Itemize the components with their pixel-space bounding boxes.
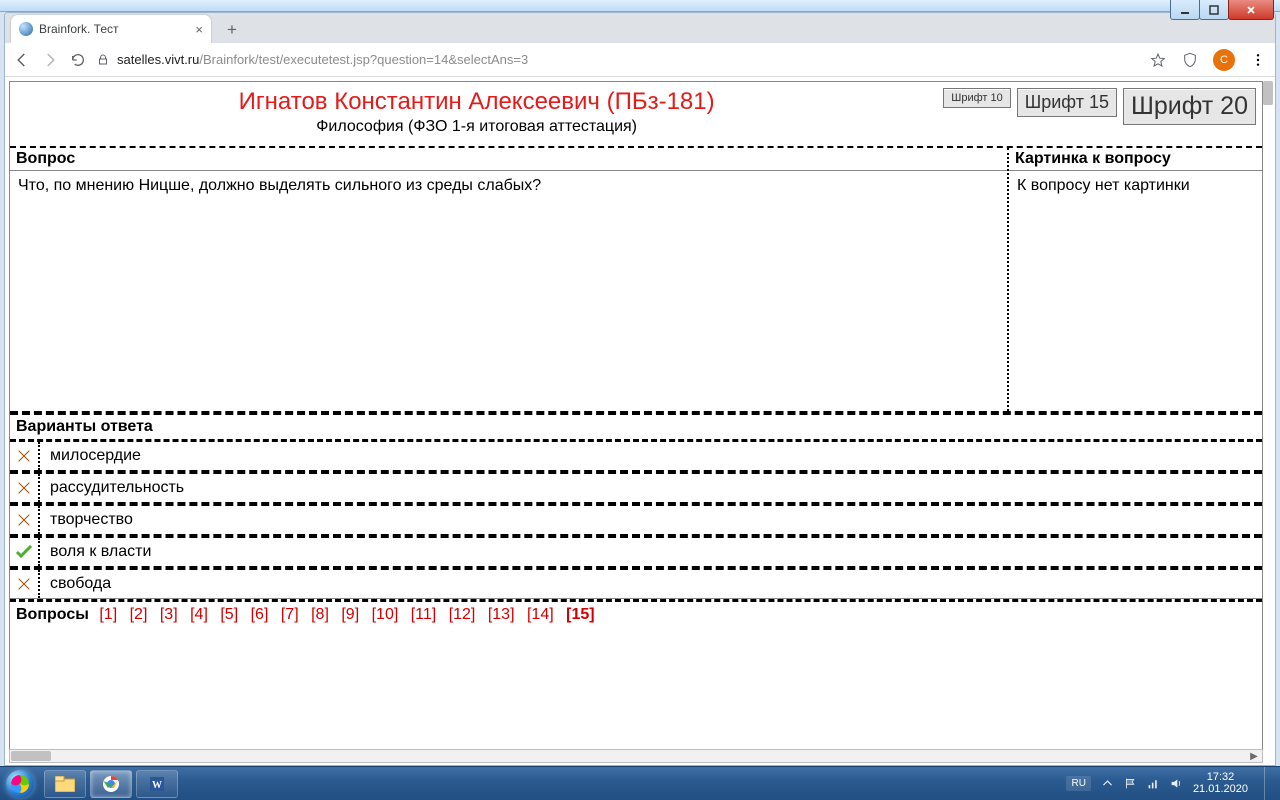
qnav-link[interactable]: [11] [411,606,437,623]
new-tab-button[interactable]: + [219,17,245,43]
answers-section: Варианты ответа милосердие рассудительнос… [10,411,1262,599]
nav-reload-button[interactable] [69,51,87,69]
font-15-button[interactable]: Шрифт 15 [1017,88,1117,117]
clock-date: 21.01.2020 [1193,784,1248,796]
window-minimize-button[interactable] [1170,0,1200,20]
browser-window: Brainfork. Тест × + satelles.vivt.ru/Bra… [4,12,1276,766]
student-name: Игнатов Константин Алексеевич (ПБз-181) [10,88,943,116]
answer-row[interactable]: милосердие [10,442,1262,474]
scrollbar-right-arrow[interactable]: ▶ [1247,751,1261,761]
nav-back-button[interactable] [13,51,31,69]
flag-icon[interactable] [1124,777,1137,790]
test-header: Игнатов Константин Алексеевич (ПБз-181) … [10,82,1262,148]
answers-label: Варианты ответа [10,415,1262,442]
check-icon [10,538,40,566]
system-tray: RU 17:32 21.01.2020 [1066,767,1280,800]
answer-text: творчество [40,506,143,534]
tab-close-icon[interactable]: × [195,22,203,37]
lock-icon [97,54,109,66]
tray-up-icon[interactable] [1101,777,1114,790]
kebab-menu-icon[interactable] [1249,51,1267,69]
shield-icon[interactable] [1181,51,1199,69]
show-desktop-button[interactable] [1264,767,1274,800]
qnav-link[interactable]: [8] [311,606,329,623]
x-icon [10,442,40,470]
taskbar-word[interactable]: W [136,770,178,798]
qnav-link[interactable]: [9] [341,606,359,623]
window-maximize-button[interactable] [1199,0,1229,20]
window-titlebar [0,0,1280,12]
page-viewport: Игнатов Константин Алексеевич (ПБз-181) … [5,77,1275,765]
answer-row[interactable]: рассудительность [10,474,1262,506]
answer-row[interactable]: свобода [10,570,1262,599]
test-frame: Игнатов Константин Алексеевич (ПБз-181) … [9,81,1263,761]
font-20-button[interactable]: Шрифт 20 [1123,88,1256,125]
toolbar: satelles.vivt.ru/Brainfork/test/executet… [5,43,1275,77]
answer-text: милосердие [40,442,151,470]
font-10-button[interactable]: Шрифт 10 [943,88,1010,108]
window-close-button[interactable] [1228,0,1274,20]
tray-clock[interactable]: 17:32 21.01.2020 [1193,772,1248,795]
address-bar[interactable]: satelles.vivt.ru/Brainfork/test/executet… [97,52,1131,67]
answer-row[interactable]: творчество [10,506,1262,538]
course-name: Философия (ФЗО 1-я итоговая аттестация) [10,118,943,136]
vertical-scrollbar[interactable] [1263,81,1273,105]
taskbar: W RU 17:32 21.01.2020 [0,766,1280,800]
qnav-link[interactable]: [13] [488,606,515,623]
tab-title: Brainfork. Тест [39,22,189,36]
x-icon [10,474,40,502]
qnav-label: Вопросы [16,606,89,623]
x-icon [10,570,40,598]
answer-row[interactable]: воля к власти [10,538,1262,570]
taskbar-chrome[interactable] [90,770,132,798]
windows-orb-icon [6,770,34,798]
x-icon [10,506,40,534]
url-path: /Brainfork/test/executetest.jsp?question… [199,52,528,67]
qnav-link[interactable]: [6] [251,606,269,623]
bookmark-star-icon[interactable] [1149,51,1167,69]
horizontal-scrollbar[interactable]: ▶ [9,749,1263,763]
qnav-link[interactable]: [5] [220,606,238,623]
language-indicator[interactable]: RU [1066,776,1090,791]
start-button[interactable] [0,767,40,800]
profile-avatar[interactable]: С [1213,49,1235,71]
picture-label: Картинка к вопросу [1009,148,1262,171]
qnav-link[interactable]: [10] [372,606,399,623]
qnav-link[interactable]: [7] [281,606,299,623]
font-size-controls: Шрифт 10 Шрифт 15 Шрифт 20 [943,82,1262,146]
browser-tab[interactable]: Brainfork. Тест × [11,15,211,43]
volume-icon[interactable] [1170,777,1183,790]
network-icon[interactable] [1147,777,1160,790]
url-host: satelles.vivt.ru [117,52,199,67]
question-label: Вопрос [10,148,1007,171]
question-text: Что, по мнению Ницше, должно выделять си… [10,171,1007,411]
tab-strip: Brainfork. Тест × + [5,13,1275,43]
question-row: Вопрос Что, по мнению Ницше, должно выде… [10,148,1262,411]
question-nav: Вопросы [1] [2] [3] [4] [5] [6] [7] [8] … [10,599,1262,628]
qnav-link[interactable]: [15] [566,606,594,623]
answer-text: свобода [40,570,121,598]
no-picture-text: К вопросу нет картинки [1009,171,1262,201]
scrollbar-thumb[interactable] [11,751,51,761]
clock-time: 17:32 [1193,772,1248,784]
answer-text: воля к власти [40,538,161,566]
svg-text:W: W [152,780,162,791]
qnav-link[interactable]: [4] [190,606,208,623]
qnav-link[interactable]: [14] [527,606,554,623]
nav-forward-button[interactable] [41,51,59,69]
qnav-link[interactable]: [1] [99,606,117,623]
qnav-link[interactable]: [12] [449,606,476,623]
qnav-link[interactable]: [3] [160,606,178,623]
favicon-icon [19,22,33,36]
qnav-link[interactable]: [2] [130,606,148,623]
answer-text: рассудительность [40,474,194,502]
taskbar-explorer[interactable] [44,770,86,798]
avatar-letter: С [1220,54,1228,66]
